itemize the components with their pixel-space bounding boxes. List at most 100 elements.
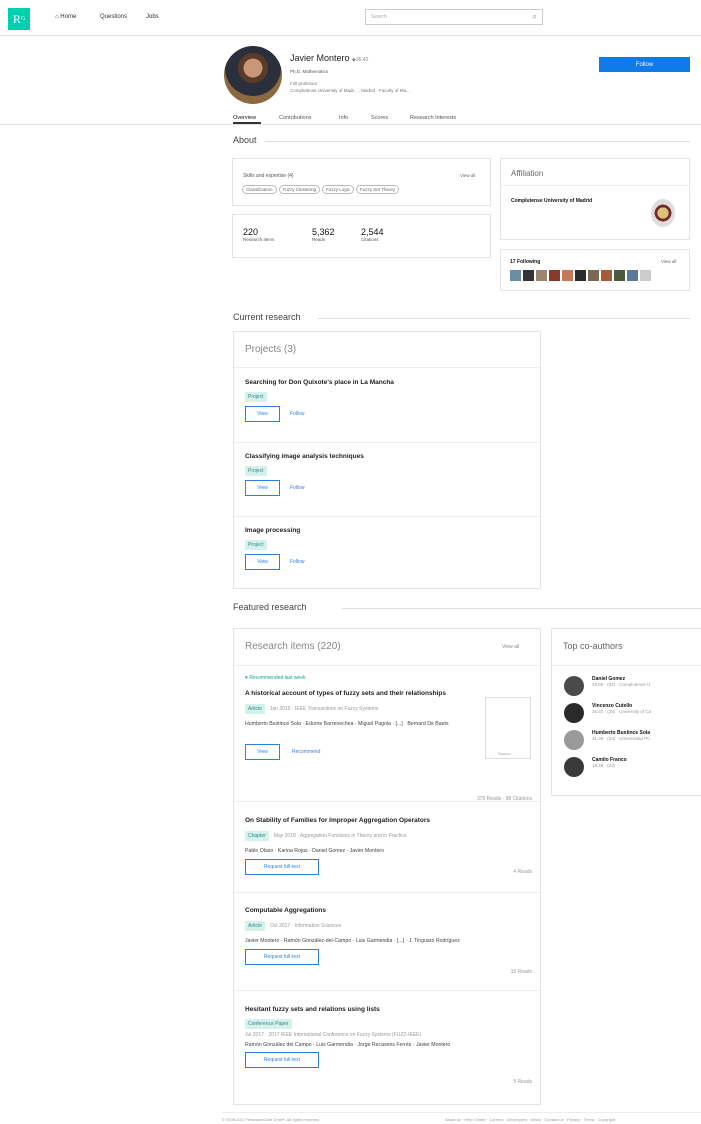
skills-view-all[interactable]: View all (460, 173, 475, 178)
current-research-heading: Current research (233, 312, 301, 322)
nav-questions[interactable]: Questions (100, 14, 127, 20)
research-item-authors[interactable]: Humberto Bustince Sola · Edurne Barrenec… (245, 720, 470, 728)
type-badge: Conference Paper (245, 1019, 292, 1029)
view-button[interactable]: View (245, 744, 280, 760)
search-icon: ⌕ (531, 11, 537, 21)
research-item-stats: 16 Reads (510, 969, 532, 975)
skills-list: Classification Fuzzy Clustering Fuzzy Logi… (242, 185, 401, 194)
avatar[interactable] (627, 270, 638, 281)
about-divider (265, 141, 690, 142)
type-badge: Article (245, 704, 265, 714)
avatar[interactable] (510, 270, 521, 281)
research-item: On Stability of Families for Improper Ag… (245, 817, 535, 875)
research-item-meta: Jan 2015 · IEEE Transactions on Fuzzy Sy… (269, 706, 379, 712)
request-full-text-button[interactable]: Request full-text (245, 949, 319, 965)
coauthor-item[interactable]: Humberto Bustince Sola 41.38 · (23) · Uni… (564, 730, 650, 750)
project-view-button[interactable]: View (245, 554, 280, 570)
research-items-card: Research items (220) View all ♥ Recommen… (233, 628, 541, 1105)
stat-reads[interactable]: 5,362 Reads (312, 227, 335, 242)
stat-citations[interactable]: 2,544 Citations (361, 227, 384, 242)
nav-home[interactable]: ⌂ Home (55, 14, 76, 20)
university-seal-icon (651, 199, 675, 227)
request-full-text-button[interactable]: Request full-text (245, 1052, 319, 1068)
recommend-link[interactable]: Recommend (292, 749, 320, 755)
project-title[interactable]: Image processing (245, 527, 304, 534)
research-item-authors[interactable]: Pablo Olaso · Karina Rojas · Daniel Gome… (245, 847, 535, 855)
research-item-authors[interactable]: Javier Montero · Ramón González-del-Camp… (245, 937, 530, 945)
footer-links[interactable]: About us · Help Center · Careers · Devel… (445, 1117, 701, 1122)
research-item-stats: 5 Reads (513, 1079, 532, 1085)
skill-tag[interactable]: Classification (242, 185, 277, 194)
profile-name: Javier Montero ◆36.42 (290, 53, 369, 63)
projects-card: Projects (3) Searching for Don Quixote's… (233, 331, 541, 589)
affiliation-name[interactable]: Complutense University of Madrid (511, 198, 592, 204)
current-research-divider (318, 318, 690, 319)
skills-card: Skills and expertise (4) View all Classi… (232, 158, 491, 206)
avatar[interactable] (549, 270, 560, 281)
avatar[interactable] (536, 270, 547, 281)
avatar[interactable] (523, 270, 534, 281)
footer-divider (222, 1112, 701, 1113)
skill-tag[interactable]: Fuzzy Set Theory (356, 185, 400, 194)
coauthor-meta: 26.40 · (26) · University of Ca (592, 709, 652, 714)
avatar (564, 703, 584, 723)
coauthor-item[interactable]: Daniel Gomez 28.96 · (92) · Complutense U (564, 676, 650, 696)
avatar[interactable] (614, 270, 625, 281)
stats-card: 220 Research items 5,362 Reads 2,544 Citati… (232, 214, 491, 258)
follow-button[interactable]: Follow (599, 57, 690, 72)
source-thumbnail[interactable]: Source (485, 697, 531, 759)
stat-research-items[interactable]: 220 Research items (243, 227, 274, 242)
following-view-all[interactable]: View all (661, 259, 676, 264)
research-item-authors[interactable]: Ramón González del Campo · Luis Garmendi… (245, 1041, 530, 1049)
project-follow-link[interactable]: Follow (290, 559, 304, 565)
project-title[interactable]: Classifying image analysis techniques (245, 453, 364, 460)
featured-research-divider (342, 608, 701, 609)
project-item: Image processing Project View Follow (245, 527, 304, 570)
project-item: Classifying image analysis techniques Pr… (245, 453, 364, 496)
footer-copyright: © 2008-2017 ResearchGate GmbH. All right… (222, 1117, 320, 1122)
research-items-view-all[interactable]: View all (502, 644, 519, 650)
skill-tag[interactable]: Fuzzy Logic (322, 185, 355, 194)
project-view-button[interactable]: View (245, 406, 280, 422)
tab-research-interests[interactable]: Research Interests (410, 115, 456, 121)
research-item: Computable Aggregations Article Oct 2017 … (245, 907, 535, 975)
following-card: 17 Following View all (500, 249, 690, 291)
request-full-text-button[interactable]: Request full-text (245, 859, 319, 875)
tab-overview[interactable]: Overview (233, 115, 256, 121)
avatar[interactable] (601, 270, 612, 281)
project-item: Searching for Don Quixote's place in La … (245, 379, 394, 422)
profile-position: Full professor (290, 81, 318, 86)
nav-jobs[interactable]: Jobs (146, 14, 159, 20)
tab-info[interactable]: Info (339, 115, 348, 121)
avatar (564, 676, 584, 696)
project-follow-link[interactable]: Follow (290, 411, 304, 417)
researchgate-logo[interactable]: RG (8, 8, 30, 30)
project-badge: Project (245, 392, 267, 402)
research-item-title[interactable]: Hesitant fuzzy sets and relations using … (245, 1006, 535, 1013)
about-heading: About (233, 135, 257, 145)
project-follow-link[interactable]: Follow (290, 485, 304, 491)
coauthor-item[interactable]: Vincenzo Cutello 26.40 · (26) · Universit… (564, 703, 651, 723)
tab-scores[interactable]: Scores (371, 115, 388, 121)
research-item-meta: Jul 2017 · 2017 IEEE International Confe… (245, 1032, 422, 1038)
avatar[interactable] (575, 270, 586, 281)
project-view-button[interactable]: View (245, 480, 280, 496)
avatar[interactable] (562, 270, 573, 281)
avatar[interactable] (588, 270, 599, 281)
affiliation-card: Affiliation Complutense University of Ma… (500, 158, 690, 240)
tab-contributions[interactable]: Contributions (279, 115, 311, 121)
research-item-title[interactable]: A historical account of types of fuzzy s… (245, 689, 465, 698)
research-item-title[interactable]: Computable Aggregations (245, 907, 535, 914)
top-coauthors-heading: Top co-authors (563, 641, 623, 651)
skill-tag[interactable]: Fuzzy Clustering (278, 185, 321, 194)
top-coauthors-card: Top co-authors Daniel Gomez 28.96 · (92) … (551, 628, 701, 796)
recommend-badge-icon: ♥ (245, 675, 248, 681)
search-input[interactable]: Search ⌕ (365, 9, 543, 25)
research-item-title[interactable]: On Stability of Families for Improper Ag… (245, 817, 535, 824)
research-item: Hesitant fuzzy sets and relations using … (245, 1006, 535, 1085)
affiliation-heading: Affiliation (511, 169, 544, 178)
avatar[interactable] (640, 270, 651, 281)
coauthor-item[interactable]: Camilo Franco 18.28 · (22) (564, 757, 627, 777)
project-title[interactable]: Searching for Don Quixote's place in La … (245, 379, 394, 386)
following-avatars (510, 270, 651, 281)
